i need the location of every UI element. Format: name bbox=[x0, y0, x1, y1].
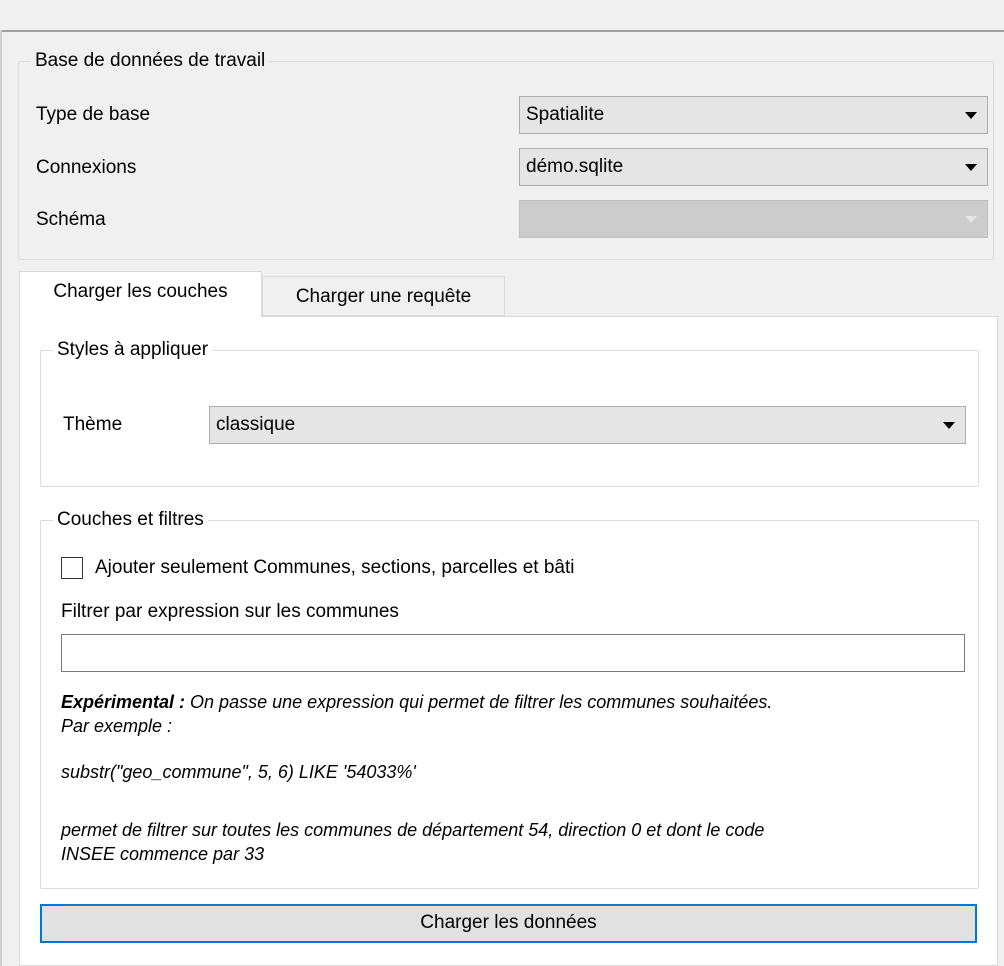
base-type-value: Spatialite bbox=[526, 104, 605, 125]
chevron-down-icon bbox=[943, 422, 955, 429]
theme-label: Thème bbox=[63, 414, 123, 435]
base-type-select[interactable]: Spatialite bbox=[519, 96, 988, 134]
filter-expression-input[interactable] bbox=[61, 634, 965, 672]
tab-load-query[interactable]: Charger une requête bbox=[262, 276, 505, 316]
note-example: substr("geo_commune", 5, 6) LIKE '54033%… bbox=[61, 762, 416, 782]
top-strip bbox=[0, 0, 1004, 32]
experimental-note: Expérimental : On passe une expression q… bbox=[61, 690, 961, 738]
database-group-title: Base de données de travail bbox=[31, 50, 270, 72]
tab-load-layers[interactable]: Charger les couches bbox=[19, 271, 262, 317]
note-explanation: permet de filtrer sur toutes les commune… bbox=[61, 818, 961, 866]
chevron-down-icon bbox=[965, 112, 977, 119]
chevron-down-icon bbox=[965, 216, 977, 223]
filter-label: Filtrer par expression sur les communes bbox=[61, 601, 399, 622]
layers-group-title: Couches et filtres bbox=[53, 509, 208, 531]
only-main-layers-checkbox[interactable] bbox=[61, 557, 83, 579]
connections-label: Connexions bbox=[36, 157, 137, 178]
note-line1: On passe une expression qui permet de fi… bbox=[185, 692, 773, 712]
theme-value: classique bbox=[216, 414, 296, 435]
styles-group-title: Styles à appliquer bbox=[53, 339, 213, 361]
base-type-label: Type de base bbox=[36, 104, 151, 125]
schema-label: Schéma bbox=[36, 209, 106, 230]
only-main-layers-label[interactable]: Ajouter seulement Communes, sections, pa… bbox=[95, 556, 574, 580]
note-bold-prefix: Expérimental : bbox=[61, 692, 186, 712]
theme-select[interactable]: classique bbox=[209, 406, 966, 444]
note-explain1: permet de filtrer sur toutes les commune… bbox=[61, 820, 765, 840]
chevron-down-icon bbox=[965, 164, 977, 171]
load-data-button[interactable]: Charger les données bbox=[40, 904, 977, 943]
schema-select bbox=[519, 200, 988, 238]
connections-select[interactable]: démo.sqlite bbox=[519, 148, 988, 186]
note-line2: Par exemple : bbox=[61, 716, 173, 736]
note-explain2: INSEE commence par 33 bbox=[61, 844, 265, 864]
connections-value: démo.sqlite bbox=[526, 156, 624, 177]
left-edge bbox=[0, 30, 2, 966]
